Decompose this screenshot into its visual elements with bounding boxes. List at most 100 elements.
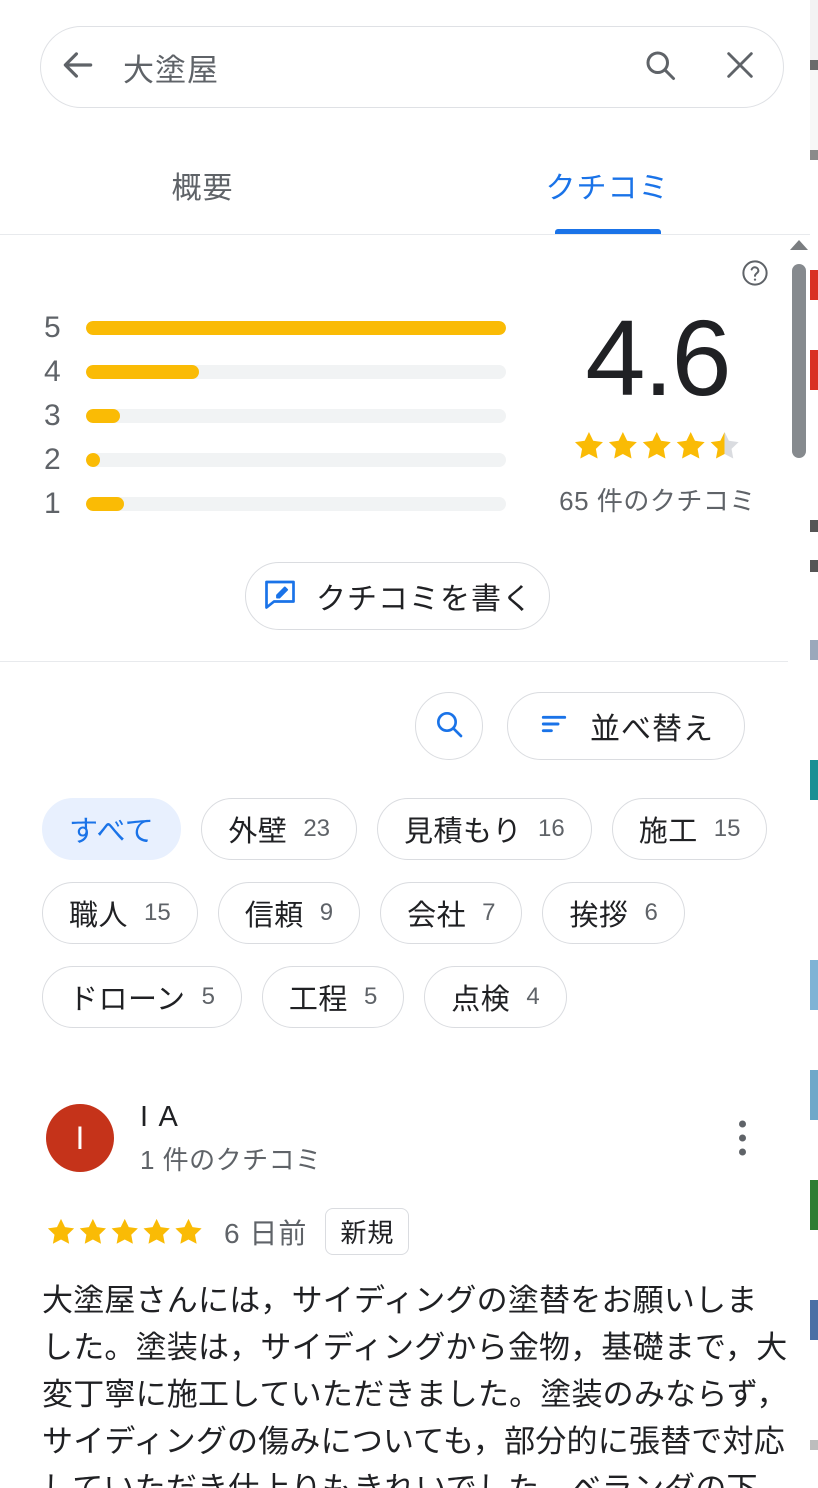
rating-score-block: 4.6 65 件のクチコミ [545,304,770,518]
chip-label: 信頼 [244,900,304,932]
review-text[interactable]: 大塗屋さんには，サイディングの塗替をお願いしました。塗装は，サイディングから金物… [0,1277,810,1488]
histogram-row-5[interactable]: 5 [44,306,524,350]
chip-label: 施工 [638,816,698,848]
histogram-label-1: 1 [44,487,61,520]
reviewer-name[interactable]: I A [140,1099,322,1135]
avatar-initial: I [75,1119,85,1156]
chip-count: 15 [144,899,171,926]
arrow-left-icon [59,46,97,89]
tab-overview[interactable]: 概要 [0,145,405,235]
chip-label: 職人 [69,900,129,932]
tab-bar: 概要 クチコミ [0,145,810,235]
reviews-section-divider [0,661,810,662]
close-icon [723,48,757,87]
chip-label: 会社 [407,900,467,932]
scrollbar-thumb[interactable] [792,264,806,458]
sort-label: 並べ替え [590,713,714,746]
chip-shinrai[interactable]: 信頼 9 [217,882,361,944]
chip-count: 7 [482,899,496,926]
histogram-label-2: 2 [44,443,61,476]
back-button[interactable] [41,46,115,89]
tab-reviews[interactable]: クチコミ [405,145,810,235]
chip-count: 9 [319,899,334,926]
histogram-label-3: 3 [44,399,61,432]
chip-count: 5 [363,983,378,1010]
review-count-label: 65 件のクチコミ [559,486,756,516]
histogram-track-4 [86,365,506,379]
histogram-label-4: 4 [44,355,61,388]
more-vertical-icon[interactable] [733,1115,752,1162]
search-icon [642,47,678,88]
chevron-up-icon[interactable] [790,240,808,250]
search-submit-button[interactable] [623,47,697,88]
histogram-row-2[interactable]: 2 [44,438,524,482]
chip-shokunin[interactable]: 職人 15 [42,882,198,944]
histogram-row-3[interactable]: 3 [44,394,524,438]
review-date: 6 日前 [224,1217,308,1249]
chip-aisatsu[interactable]: 挨拶 6 [542,882,685,944]
place-details-panel: 大塗屋 概要 クチコミ 5 4 3 2 1 4.6 65 件のクチコミ クチコミ… [0,0,810,1488]
chip-label: 見積もり [404,816,523,848]
chip-kaisha[interactable]: 会社 7 [380,882,523,944]
rating-histogram: 5 4 3 2 1 [44,306,524,526]
chip-count: 15 [713,815,741,842]
reviewer-review-count: 1 件のクチコミ [140,1144,322,1175]
chip-label: すべて [69,816,155,848]
panel-scrollbar[interactable] [788,236,810,1488]
review-new-badge: 新規 [325,1208,410,1255]
review-filter-chips: すべて 外壁 23 見積もり 16 施工 15 職人 15 信頼 9 会社 7 … [42,798,772,1028]
app-root: 大塗屋 概要 クチコミ 5 4 3 2 1 4.6 65 件のクチコミ クチコミ… [0,0,818,1488]
search-icon [433,708,465,745]
review-item: I I A 1 件のクチコミ 6 日前 新規 大塗屋さんには，サイディングの塗替… [0,1098,810,1488]
histogram-fill-4 [86,365,200,379]
search-input[interactable]: 大塗屋 [115,45,623,90]
chip-label: 点検 [451,984,511,1016]
rating-stars [573,430,743,462]
rating-score: 4.6 [585,297,731,418]
review-pencil-icon [262,576,298,617]
histogram-track-1 [86,497,506,511]
chip-all[interactable]: すべて [42,798,182,860]
histogram-track-3 [86,409,506,423]
search-reviews-button[interactable] [415,692,483,760]
histogram-track-5 [86,321,506,335]
chip-count: 4 [526,983,540,1010]
help-circle-icon[interactable] [740,258,770,293]
sort-button[interactable]: 並べ替え [507,692,745,760]
chip-count: 23 [303,815,331,842]
chip-label: 外壁 [228,816,288,848]
chip-label: ドローン [69,984,186,1016]
clear-search-button[interactable] [697,48,783,87]
histogram-row-4[interactable]: 4 [44,350,524,394]
histogram-fill-5 [86,321,506,335]
avatar[interactable]: I [46,1104,114,1172]
chip-koutei[interactable]: 工程 5 [261,966,405,1028]
tab-reviews-label: クチコミ [545,172,670,205]
histogram-fill-2 [86,453,100,467]
chip-sekou[interactable]: 施工 15 [611,798,768,860]
chip-count: 6 [644,899,658,926]
histogram-row-1[interactable]: 1 [44,482,524,526]
chip-count: 16 [538,815,565,842]
histogram-fill-3 [86,409,120,423]
reviewer-meta: I A 1 件のクチコミ [140,1099,322,1176]
write-review-label: クチコミを書く [316,583,533,616]
chip-label: 挨拶 [569,900,629,932]
histogram-track-2 [86,453,506,467]
chip-count: 5 [201,983,215,1010]
chip-gaiheki[interactable]: 外壁 23 [201,798,358,860]
write-review-button[interactable]: クチコミを書く [245,562,550,630]
histogram-label-5: 5 [44,311,61,344]
review-header: I I A 1 件のクチコミ [0,1098,810,1178]
tab-bottom-divider [0,234,810,235]
tab-overview-label: 概要 [171,172,234,205]
histogram-fill-1 [86,497,124,511]
chip-drone[interactable]: ドローン 5 [42,966,242,1028]
sort-lines-icon [538,708,570,745]
reviews-toolbar: 並べ替え [415,692,745,760]
search-bar[interactable]: 大塗屋 [40,26,784,108]
chip-mitsumori[interactable]: 見積もり 16 [377,798,592,860]
review-rating-row: 6 日前 新規 [0,1208,810,1255]
chip-label: 工程 [288,984,348,1016]
chip-tenken[interactable]: 点検 4 [424,966,567,1028]
